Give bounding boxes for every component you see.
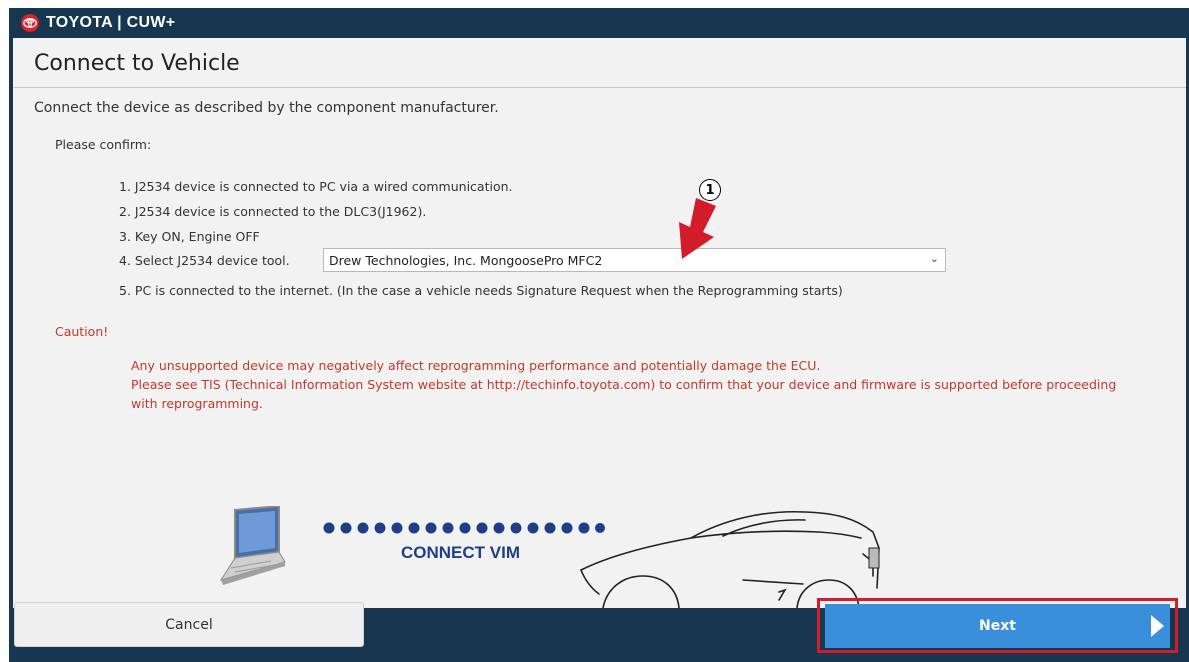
next-button-label: Next [979, 618, 1016, 634]
app-brand: TOYOTA | CUW+ [46, 14, 176, 31]
confirm-label: Please confirm: [55, 137, 152, 152]
step-item: 1. J2534 device is connected to PC via a… [119, 179, 513, 194]
cancel-button[interactable]: Cancel [14, 602, 364, 647]
page-title: Connect to Vehicle [34, 51, 240, 76]
device-tool-select[interactable]: Drew Technologies, Inc. MongoosePro MFC2… [323, 248, 946, 272]
chevron-down-icon: ⌄ [929, 252, 939, 265]
title-divider [13, 87, 1186, 88]
step-item: 2. J2534 device is connected to the DLC3… [119, 204, 427, 219]
title-bar: TOYOTA | CUW+ [9, 8, 1189, 38]
next-button[interactable]: Next [825, 604, 1170, 648]
toyota-logo-icon [21, 14, 39, 32]
step-item: 4. Select J2534 device tool. [119, 253, 290, 268]
caution-text: Please see TIS (Technical Information Sy… [131, 377, 1117, 411]
app-window: TOYOTA | CUW+ Connect to Vehicle Connect… [9, 8, 1189, 662]
device-tool-select-value: Drew Technologies, Inc. MongoosePro MFC2 [329, 252, 603, 268]
step-item: 3. Key ON, Engine OFF [119, 229, 260, 244]
connection-dots [323, 522, 605, 534]
annotation-arrow-icon [679, 198, 716, 259]
connect-vim-label: CONNECT VIM [401, 543, 520, 562]
intro-text: Connect the device as described by the c… [34, 100, 499, 116]
main-content: Connect to Vehicle Connect the device as… [13, 38, 1186, 608]
car-icon [580, 510, 880, 608]
caution-text: Any unsupported device may negatively af… [131, 358, 821, 373]
play-arrow-icon [1151, 615, 1164, 637]
step-item: 5. PC is connected to the internet. (In … [119, 283, 843, 298]
laptop-icon [219, 506, 286, 585]
caution-title: Caution! [55, 324, 109, 339]
